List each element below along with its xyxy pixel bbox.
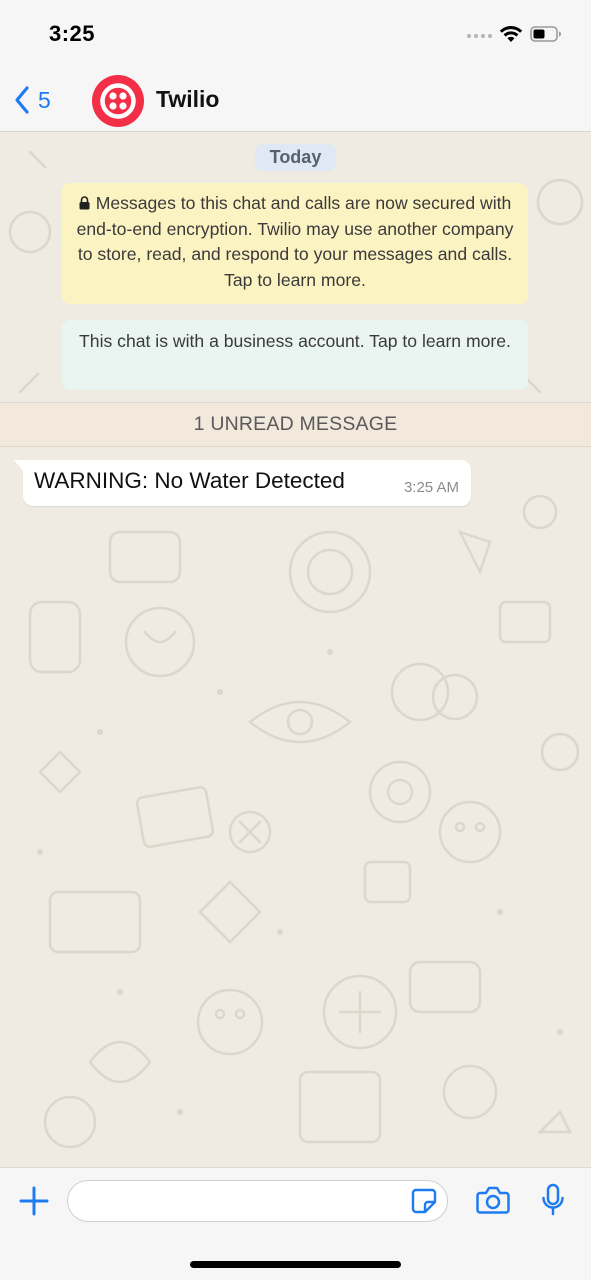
sticker-icon[interactable] [411, 1188, 437, 1214]
avatar[interactable] [92, 75, 144, 127]
plus-icon[interactable] [18, 1185, 50, 1217]
message-input[interactable] [67, 1180, 448, 1222]
incoming-message[interactable]: WARNING: No Water Detected 3:25 AM [14, 460, 471, 506]
chat-area[interactable]: Today Messages to this chat and calls ar… [0, 132, 591, 1167]
unread-chats-count: 5 [38, 86, 51, 113]
status-bar: 3:25 [0, 0, 591, 66]
home-indicator [190, 1261, 401, 1268]
encryption-notice[interactable]: Messages to this chat and calls are now … [62, 183, 528, 304]
wifi-icon [499, 26, 523, 42]
cellular-signal-icon [467, 34, 492, 38]
battery-icon [530, 26, 561, 42]
back-button[interactable]: 5 [14, 84, 51, 116]
encryption-notice-text: Messages to this chat and calls are now … [76, 193, 514, 290]
contact-name[interactable]: Twilio [156, 86, 219, 113]
chevron-left-icon [15, 86, 29, 114]
microphone-icon[interactable] [541, 1183, 565, 1217]
date-separator: Today [255, 144, 336, 171]
status-time: 3:25 [49, 21, 96, 46]
message-input-bar [0, 1167, 591, 1280]
lock-icon [79, 196, 90, 210]
camera-icon[interactable] [476, 1185, 510, 1215]
unread-messages-divider: 1 UNREAD MESSAGE [0, 402, 591, 447]
business-account-notice[interactable]: This chat is with a business account. Ta… [62, 320, 528, 390]
chat-header: 5 Twilio [0, 66, 591, 132]
message-text: WARNING: No Water Detected [34, 468, 345, 493]
bubble-tail [14, 460, 24, 472]
twilio-logo-icon [93, 76, 143, 126]
message-timestamp: 3:25 AM [403, 479, 459, 496]
